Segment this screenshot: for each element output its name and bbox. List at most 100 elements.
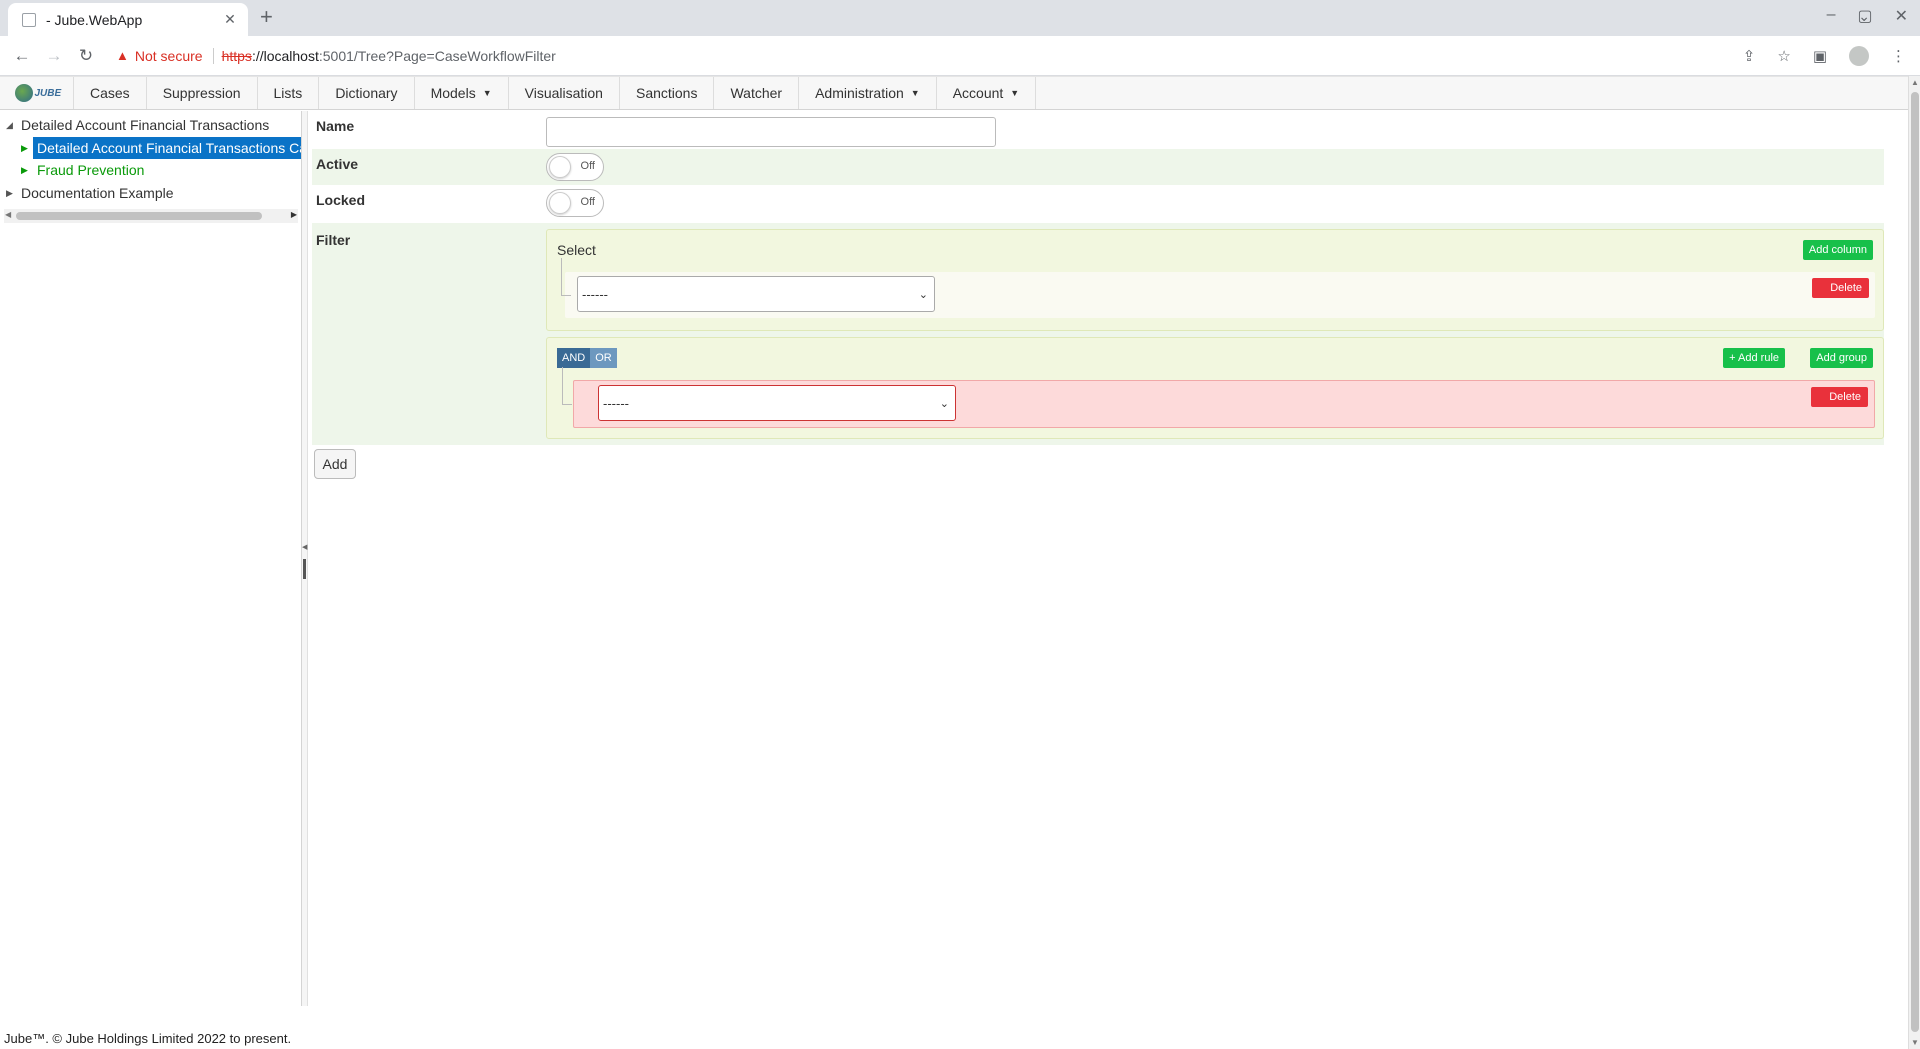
tree-connector <box>562 367 572 405</box>
url-field[interactable]: ▲ Not secure https ://localhost :5001/Tr… <box>108 41 1743 71</box>
pane-splitter[interactable]: ◀ <box>302 111 308 1006</box>
window-controls: – ▢ ✕ <box>1827 6 1908 26</box>
footer-text: Jube™. © Jube Holdings Limited 2022 to p… <box>4 1031 292 1046</box>
caret-down-icon: ▼ <box>1010 88 1020 98</box>
rule-group-panel: AND OR + Add rule Add group ------ ⌄ Del… <box>546 337 1884 439</box>
tab-title: - Jube.WebApp <box>46 11 143 28</box>
close-window-icon[interactable]: ✕ <box>1895 6 1908 26</box>
locked-row: Locked Off <box>312 185 1884 223</box>
toggle-state: Off <box>580 196 595 208</box>
splitter-handle[interactable] <box>303 559 306 579</box>
not-secure-label[interactable]: Not secure <box>135 48 203 64</box>
menu-visualisation[interactable]: Visualisation <box>509 77 620 109</box>
more-icon[interactable]: ⋮ <box>1891 47 1906 65</box>
caret-down-icon: ▼ <box>482 88 492 98</box>
toggle-knob <box>549 156 571 178</box>
tree-node[interactable]: ▶ Detailed Account Financial Transaction… <box>0 136 301 159</box>
page-vertical-scrollbar[interactable]: ▲ ▼ <box>1908 76 1920 1049</box>
browser-tabbar: - Jube.WebApp ✕ + ⌄ – ▢ ✕ <box>0 0 1920 36</box>
back-icon[interactable]: ← <box>8 42 36 70</box>
scrollbar-thumb[interactable] <box>16 212 262 220</box>
add-group-button[interactable]: Add group <box>1810 348 1873 368</box>
tree-node-label[interactable]: Detailed Account Financial Transactions <box>21 114 269 136</box>
collapsed-triangle-icon[interactable]: ▶ <box>6 182 13 204</box>
browser-tab[interactable]: - Jube.WebApp ✕ <box>8 3 248 36</box>
tree-node[interactable]: ◢ Detailed Account Financial Transaction… <box>0 114 300 136</box>
scroll-left-icon[interactable]: ◀ <box>5 210 11 219</box>
add-rule-button[interactable]: + Add rule <box>1723 348 1785 368</box>
menu-label: Lists <box>273 85 303 101</box>
menu-sanctions[interactable]: Sanctions <box>620 77 715 109</box>
url-path: :5001/Tree?Page=CaseWorkflowFilter <box>318 47 556 64</box>
rule-field-select[interactable]: ------ ⌄ <box>598 385 956 421</box>
collapsed-triangle-icon[interactable]: ▶ <box>21 137 28 159</box>
address-actions: ⇪ ☆ ▣ ⋮ <box>1743 45 1906 66</box>
active-toggle[interactable]: Off <box>546 153 604 181</box>
tree-node[interactable]: ▶ Fraud Prevention <box>0 159 300 181</box>
app: JUBE Cases Suppression Lists Dictionary … <box>0 76 1908 1049</box>
menu-suppression[interactable]: Suppression <box>147 77 258 109</box>
condition-toggle[interactable]: AND OR <box>557 348 617 368</box>
expanded-triangle-icon[interactable]: ◢ <box>6 114 13 136</box>
minimize-icon[interactable]: – <box>1827 6 1836 26</box>
maximize-icon[interactable]: ▢ <box>1857 6 1872 26</box>
scroll-right-icon[interactable]: ▶ <box>291 210 297 219</box>
menu-cases[interactable]: Cases <box>74 77 147 109</box>
menu-watcher[interactable]: Watcher <box>714 77 800 109</box>
name-label: Name <box>316 118 355 134</box>
add-column-button[interactable]: Add column <box>1802 240 1873 260</box>
scroll-up-icon[interactable]: ▲ <box>1911 78 1919 87</box>
menu-label: Visualisation <box>524 85 603 101</box>
collapsed-triangle-icon[interactable]: ▶ <box>21 159 28 181</box>
delete-column-button[interactable]: Delete <box>1812 278 1869 298</box>
collapse-left-icon[interactable]: ◀ <box>302 543 307 551</box>
active-label: Active <box>316 156 359 172</box>
or-button[interactable]: OR <box>590 348 617 368</box>
star-icon[interactable]: ☆ <box>1777 47 1790 65</box>
filter-label: Filter <box>316 232 351 248</box>
menu-models[interactable]: Models ▼ <box>415 77 509 109</box>
tree-node-label[interactable]: Documentation Example <box>21 182 174 204</box>
sidepanel-icon[interactable]: ▣ <box>1813 47 1827 65</box>
url-host: ://localhost <box>251 47 319 64</box>
profile-icon[interactable] <box>1849 45 1869 66</box>
menu-lists[interactable]: Lists <box>258 77 320 109</box>
menu-administration[interactable]: Administration ▼ <box>799 77 937 109</box>
chevron-down-icon: ⌄ <box>939 398 949 410</box>
and-button[interactable]: AND <box>557 348 591 368</box>
menu-label: Dictionary <box>335 85 398 101</box>
menu-account[interactable]: Account ▼ <box>937 77 1037 109</box>
page-icon <box>22 12 36 27</box>
filter-row: Filter Select Add column ------ ⌄ Delete <box>312 223 1884 445</box>
select-value: ------ <box>603 395 629 411</box>
column-select[interactable]: ------ ⌄ <box>577 276 935 312</box>
share-icon[interactable]: ⇪ <box>1743 47 1756 65</box>
add-button[interactable]: Add <box>314 449 356 479</box>
toggle-knob <box>549 192 571 214</box>
url-scheme: https <box>221 47 252 64</box>
filter-rule: ------ ⌄ Delete <box>562 367 1875 428</box>
close-icon[interactable]: ✕ <box>222 11 238 28</box>
main-menu: JUBE Cases Suppression Lists Dictionary … <box>0 76 1908 110</box>
new-tab-icon[interactable]: + <box>260 6 273 28</box>
menu-label: Administration <box>815 85 904 101</box>
locked-toggle[interactable]: Off <box>546 189 604 217</box>
horizontal-scrollbar[interactable]: ◀ ▶ <box>4 209 298 223</box>
menu-label: Account <box>952 85 1004 101</box>
scrollbar-thumb[interactable] <box>1911 92 1919 1032</box>
locked-label: Locked <box>316 192 366 208</box>
menu-label: Cases <box>90 85 130 101</box>
caret-down-icon: ▼ <box>910 88 920 98</box>
select-value: ------ <box>582 286 608 302</box>
delete-rule-button[interactable]: Delete <box>1811 387 1868 407</box>
forward-icon[interactable]: → <box>40 42 68 70</box>
logo[interactable]: JUBE <box>0 77 74 109</box>
tree-node-label-selected[interactable]: Detailed Account Financial Transactions … <box>33 136 301 159</box>
navigation-tree: ◢ Detailed Account Financial Transaction… <box>0 111 302 1006</box>
tree-node[interactable]: ▶ Documentation Example <box>0 182 300 204</box>
menu-dictionary[interactable]: Dictionary <box>319 77 415 109</box>
scroll-down-icon[interactable]: ▼ <box>1911 1038 1919 1047</box>
name-input[interactable] <box>546 117 996 147</box>
tree-node-label[interactable]: Fraud Prevention <box>37 159 144 181</box>
reload-icon[interactable]: ↻ <box>72 42 100 70</box>
